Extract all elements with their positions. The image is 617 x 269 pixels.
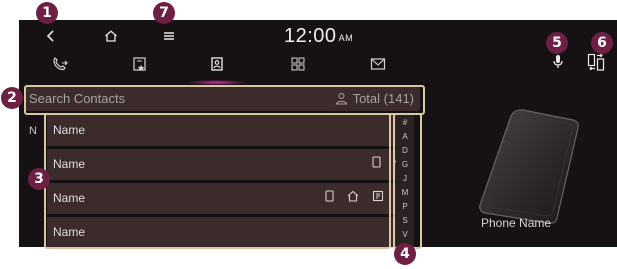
home-icon [347, 190, 359, 202]
alphabet-index-item[interactable]: J [396, 174, 414, 184]
callout-4: 4 [394, 243, 416, 265]
callout-6: 6 [591, 32, 613, 54]
person-icon [335, 92, 348, 105]
mobile-icon [372, 156, 381, 168]
phone-name: Phone Name [481, 216, 552, 230]
contact-row[interactable]: Name [47, 115, 412, 146]
contact-row[interactable]: Name [47, 149, 412, 180]
alphabet-index-item[interactable]: M [396, 188, 414, 198]
contact-name: Name [53, 157, 86, 171]
search-input[interactable]: Search Contacts [29, 91, 125, 106]
tab-contacts[interactable] [194, 46, 240, 82]
home-button[interactable] [99, 26, 123, 46]
dial-pad-icon [290, 56, 306, 72]
clock-time: 12:00 [284, 25, 337, 47]
alphabet-index-item[interactable]: V [396, 230, 414, 240]
total-label: Total (141) [352, 91, 414, 106]
favorites-icon [132, 56, 148, 72]
menu-button[interactable] [157, 26, 181, 46]
phone-illustration [469, 102, 589, 232]
clock-ampm: AM [338, 33, 354, 43]
alphabet-index-item[interactable]: G [396, 160, 414, 170]
call-history-icon [51, 55, 69, 73]
contact-row[interactable]: Name [47, 183, 412, 214]
back-button[interactable] [39, 26, 63, 46]
callout-5: 5 [546, 32, 568, 54]
switch-device-icon [587, 53, 605, 71]
callout-7: 7 [153, 2, 175, 24]
back-icon [46, 30, 56, 42]
current-index-letter: N [29, 125, 37, 137]
alphabet-index-item[interactable]: A [396, 132, 414, 142]
contact-row[interactable]: Name [47, 217, 412, 247]
phone-screen: 12:00 AM Search Contacts Total (141) N N… [19, 20, 617, 247]
tab-dial-pad[interactable] [275, 46, 321, 82]
microphone-icon [552, 54, 564, 70]
menu-icon [163, 31, 175, 41]
contact-name: Name [53, 191, 86, 205]
alphabet-index[interactable]: # A D G J M P S V [396, 115, 414, 246]
callout-1: 1 [36, 2, 58, 24]
contact-list: Name Name Name Name [47, 115, 412, 247]
alphabet-index-item[interactable]: D [396, 146, 414, 156]
message-icon [370, 57, 386, 71]
contact-name: Name [53, 123, 86, 137]
tab-call-history[interactable] [37, 46, 83, 82]
contact-name: Name [53, 225, 86, 239]
alphabet-index-item[interactable]: P [396, 202, 414, 212]
callout-3: 3 [28, 168, 50, 190]
home-icon [104, 30, 118, 42]
selected-tab-indicator [187, 80, 247, 85]
tab-favorites[interactable] [117, 46, 163, 82]
contacts-icon [209, 56, 225, 72]
alphabet-index-item[interactable]: S [396, 216, 414, 226]
search-contacts-bar[interactable]: Search Contacts Total (141) [25, 86, 420, 111]
callout-2: 2 [1, 87, 23, 109]
office-icon [372, 190, 384, 202]
mobile-icon [325, 190, 334, 202]
alphabet-index-item[interactable]: # [396, 118, 414, 128]
clock: 12:00 AM [284, 25, 353, 48]
tab-messages[interactable] [355, 46, 401, 82]
total-contacts: Total (141) [335, 91, 414, 106]
